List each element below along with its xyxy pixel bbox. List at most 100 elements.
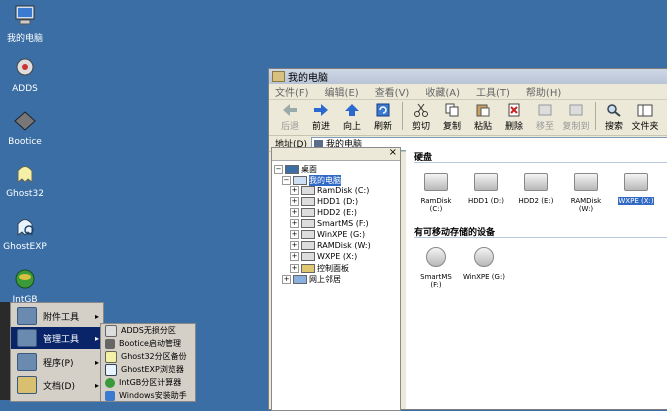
submenu-item-windows-installer[interactable]: Windows安装助手 — [101, 389, 195, 402]
tree-header: × — [272, 147, 400, 161]
drive-item[interactable]: HDD1 (D:) — [464, 173, 508, 205]
removable-disk-icon — [474, 247, 494, 267]
drive-label: WXPE (X:) — [618, 197, 654, 205]
submenu-item-label: IntGB分区计算器 — [119, 378, 182, 387]
folders-icon — [636, 102, 654, 118]
expand-toggle[interactable]: + — [290, 208, 299, 217]
desktop-icon-adds[interactable]: ADDS — [2, 55, 48, 94]
submenu-item-adds[interactable]: ADDS无损分区 — [101, 324, 195, 337]
collapse-toggle[interactable]: − — [282, 176, 291, 185]
desktop-icon-ghostexp[interactable]: GhostEXP — [2, 213, 48, 252]
tree-node-drive-x[interactable]: + WXPE (X:) — [290, 252, 357, 261]
documents-icon — [17, 376, 37, 394]
menu-tools[interactable]: 工具(T) — [476, 84, 510, 99]
submenu-item-label: Windows安装助手 — [119, 391, 187, 400]
tree-node-label: 网上邻居 — [309, 275, 341, 284]
expand-toggle[interactable]: + — [290, 219, 299, 228]
bootice-icon — [11, 108, 39, 134]
desktop-icon-intgb[interactable]: IntGB — [2, 266, 48, 305]
expand-toggle[interactable]: + — [290, 197, 299, 206]
expand-toggle[interactable]: + — [282, 275, 291, 284]
expand-toggle[interactable]: + — [290, 252, 299, 261]
tree-node-label: 我的电脑 — [309, 175, 341, 186]
submenu-item-ghostexp[interactable]: GhostEXP浏览器 — [101, 363, 195, 376]
hard-disk-icon — [524, 173, 548, 191]
tree-node-network[interactable]: + 网上邻居 — [282, 274, 341, 285]
ghost-icon — [105, 350, 117, 363]
desktop-icon-my-computer[interactable]: 我的电脑 — [2, 2, 48, 44]
menu-help[interactable]: 帮助(H) — [526, 84, 561, 99]
forward-button[interactable]: 前进 — [306, 102, 336, 132]
tree-node-drive-g[interactable]: + WinXPE (G:) — [290, 230, 365, 239]
delete-icon — [505, 102, 523, 118]
tree-node-desktop[interactable]: − 桌面 — [274, 164, 317, 175]
drive-icon — [301, 197, 315, 206]
submenu-arrow-icon: ▸ — [94, 357, 99, 367]
menu-view[interactable]: 查看(V) — [375, 84, 410, 99]
menu-edit[interactable]: 编辑(E) — [325, 84, 359, 99]
tree-node-label: RamDisk (C:) — [317, 186, 370, 195]
desktop-icon-label: ADDS — [12, 84, 38, 94]
tree-node-control-panel[interactable]: + 控制面板 — [290, 263, 349, 274]
desktop-icon — [285, 165, 299, 174]
submenu-arrow-icon: ▸ — [94, 311, 99, 321]
paste-button[interactable]: 粘贴 — [468, 102, 498, 132]
menu-item-label: 管理工具 — [43, 334, 80, 345]
removable-drive-item[interactable]: SmartMS (F:) — [414, 247, 458, 289]
drive-label: HDD2 (E:) — [518, 197, 554, 205]
expand-toggle[interactable]: + — [290, 264, 299, 273]
drive-icon — [301, 230, 315, 239]
copy-to-button[interactable]: 复制到 — [561, 102, 591, 132]
hard-disk-icon — [424, 173, 448, 191]
collapse-toggle[interactable]: − — [274, 165, 283, 174]
tree-node-drive-d[interactable]: + HDD1 (D:) — [290, 197, 358, 206]
hard-disk-icon — [624, 173, 648, 191]
section-divider — [414, 237, 667, 238]
drive-item[interactable]: RAMDisk (W:) — [564, 173, 608, 213]
copy-label: 复制 — [442, 122, 461, 132]
expand-toggle[interactable]: + — [290, 241, 299, 250]
search-button[interactable]: 搜索 — [599, 102, 629, 132]
tree-node-my-computer[interactable]: − 我的电脑 — [282, 175, 341, 186]
windows-installer-icon — [105, 390, 115, 401]
desktop-icon-bootice[interactable]: Bootice — [2, 108, 48, 147]
submenu-item-intgb[interactable]: IntGB分区计算器 — [101, 376, 195, 389]
expand-toggle[interactable]: + — [290, 230, 299, 239]
menu-item-accessories[interactable]: 附件工具 ▸ — [11, 305, 103, 327]
copy-button[interactable]: 复制 — [437, 102, 467, 132]
menu-favorites[interactable]: 收藏(A) — [425, 84, 460, 99]
drive-item[interactable]: RamDisk (C:) — [414, 173, 458, 213]
refresh-button[interactable]: 刷新 — [368, 102, 398, 132]
submenu-item-ghost32[interactable]: Ghost32分区备份 — [101, 350, 195, 363]
drive-item[interactable]: HDD2 (E:) — [514, 173, 558, 205]
desktop-icon-label: GhostEXP — [3, 242, 47, 252]
move-to-button[interactable]: 移至 — [530, 102, 560, 132]
submenu-item-bootice[interactable]: Bootice启动管理 — [101, 337, 195, 350]
drive-label: RamDisk (C:) — [420, 197, 452, 213]
tree-node-drive-c[interactable]: + RamDisk (C:) — [290, 186, 369, 195]
window-titlebar[interactable]: 我的电脑 — [269, 69, 667, 84]
submenu-arrow-icon: ▸ — [94, 333, 99, 343]
menu-file[interactable]: 文件(F) — [275, 84, 309, 99]
menu-item-programs[interactable]: 程序(P) ▸ — [11, 351, 103, 373]
folder-icon — [17, 329, 37, 347]
removable-drive-item[interactable]: WinXPE (G:) — [462, 247, 506, 281]
drive-label: SmartMS (F:) — [420, 273, 452, 289]
menu-item-documents[interactable]: 文档(D) ▸ — [11, 374, 103, 396]
delete-button[interactable]: 删除 — [499, 102, 529, 132]
back-button[interactable]: 后退 — [275, 102, 305, 132]
refresh-icon — [374, 102, 392, 118]
close-icon[interactable]: × — [389, 147, 397, 158]
computer-icon — [293, 176, 307, 185]
bootice-icon — [105, 338, 115, 349]
up-button[interactable]: 向上 — [337, 102, 367, 132]
expand-toggle[interactable]: + — [290, 186, 299, 195]
drive-item[interactable]: WXPE (X:) — [614, 173, 658, 205]
cut-button[interactable]: 剪切 — [406, 102, 436, 132]
tree-node-drive-w[interactable]: + RAMDisk (W:) — [290, 241, 371, 250]
tree-node-drive-e[interactable]: + HDD2 (E:) — [290, 208, 357, 217]
folders-button[interactable]: 文件夹 — [630, 102, 660, 132]
desktop-icon-ghost32[interactable]: Ghost32 — [2, 160, 48, 199]
tree-node-drive-f[interactable]: + SmartMS (F:) — [290, 219, 369, 228]
menu-item-admin-tools[interactable]: 管理工具 ▸ — [11, 327, 103, 349]
